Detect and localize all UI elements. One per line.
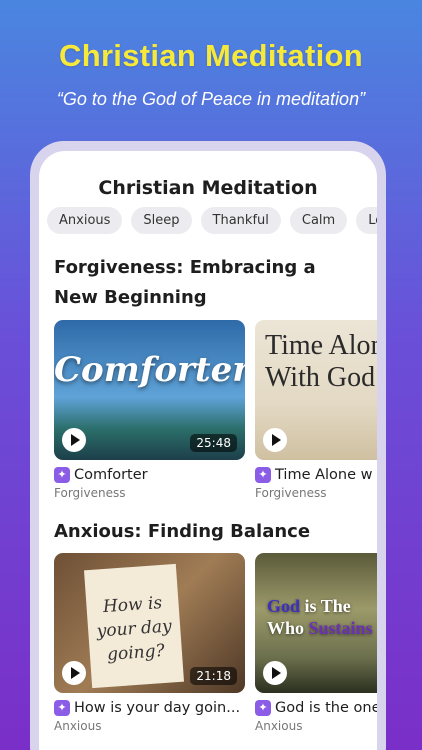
duration-badge: 21:18 (190, 667, 237, 685)
art-line-1: Time Alone (265, 330, 377, 361)
meditation-card[interactable]: Comforter 25:48 ✦ Comforter Forgiveness (54, 320, 245, 500)
chip-anxious[interactable]: Anxious (47, 207, 123, 234)
art-words-is-the: is The (300, 596, 351, 616)
chip-sleep[interactable]: Sleep (131, 207, 192, 234)
card-thumbnail[interactable]: How is your day going? 21:18 (54, 553, 245, 693)
sparkle-icon: ✦ (54, 467, 70, 483)
art-word-god: God (267, 596, 301, 616)
card-category: Forgiveness (54, 486, 126, 500)
promo-headline: Christian Meditation (59, 38, 363, 73)
phone-frame: Christian Meditation Anxious Sleep Thank… (30, 141, 386, 750)
meditation-card[interactable]: God is The Who Sustains ✦ God is the one… (255, 553, 377, 733)
chip-lo[interactable]: Lo (356, 207, 377, 234)
card-title: ✦ Time Alone w (255, 467, 377, 483)
promo-subline: “Go to the God of Peace in meditation” (56, 89, 366, 109)
play-icon[interactable] (263, 428, 287, 452)
card-title-text: How is your day goin... (74, 700, 241, 716)
art-word-sustains: Sustains (308, 618, 373, 638)
app-screen: Christian Meditation Anxious Sleep Thank… (39, 151, 377, 750)
thumbnail-art-text: Comforter (54, 350, 245, 390)
card-title-text: Comforter (74, 467, 148, 483)
card-thumbnail[interactable]: Comforter 25:48 (54, 320, 245, 460)
chip-calm[interactable]: Calm (289, 207, 348, 234)
card-thumbnail[interactable]: Time Alone With God (255, 320, 377, 460)
thumbnail-art-text: How is your day going? (83, 563, 185, 689)
play-icon[interactable] (62, 661, 86, 685)
meditation-card[interactable]: How is your day going? 21:18 ✦ How is yo… (54, 553, 245, 733)
card-title-text: Time Alone w (275, 467, 373, 483)
sparkle-icon: ✦ (54, 700, 70, 716)
page-title: Christian Meditation (98, 177, 318, 199)
chip-thankful[interactable]: Thankful (200, 207, 281, 234)
sparkle-icon: ✦ (255, 467, 271, 483)
section-cards-anxious: How is your day going? 21:18 ✦ How is yo… (54, 553, 377, 733)
card-category: Anxious (255, 719, 303, 733)
card-category: Forgiveness (255, 486, 327, 500)
section-title-anxious: Anxious: Finding Balance (54, 521, 311, 542)
section-title-forgiveness: Forgiveness: Embracing a New Beginning (54, 257, 316, 308)
play-icon[interactable] (263, 661, 287, 685)
thumbnail-art-text: God is The Who Sustains (267, 595, 373, 639)
duration-badge: 25:48 (190, 434, 237, 452)
sparkle-icon: ✦ (255, 700, 271, 716)
section-cards-forgiveness: Comforter 25:48 ✦ Comforter Forgiveness … (54, 320, 377, 500)
category-chips: Anxious Sleep Thankful Calm Lo (47, 207, 377, 234)
thumbnail-art-text: Time Alone With God (265, 330, 377, 394)
play-icon[interactable] (62, 428, 86, 452)
card-title: ✦ God is the one (255, 700, 377, 716)
card-thumbnail[interactable]: God is The Who Sustains (255, 553, 377, 693)
meditation-card[interactable]: Time Alone With God ✦ Time Alone w Forgi… (255, 320, 377, 500)
card-category: Anxious (54, 719, 102, 733)
art-word-who: Who (267, 618, 309, 638)
art-line-2: With God (265, 362, 376, 393)
card-title: ✦ How is your day goin... (54, 700, 245, 716)
card-title: ✦ Comforter (54, 467, 245, 483)
card-title-text: God is the one (275, 700, 377, 716)
